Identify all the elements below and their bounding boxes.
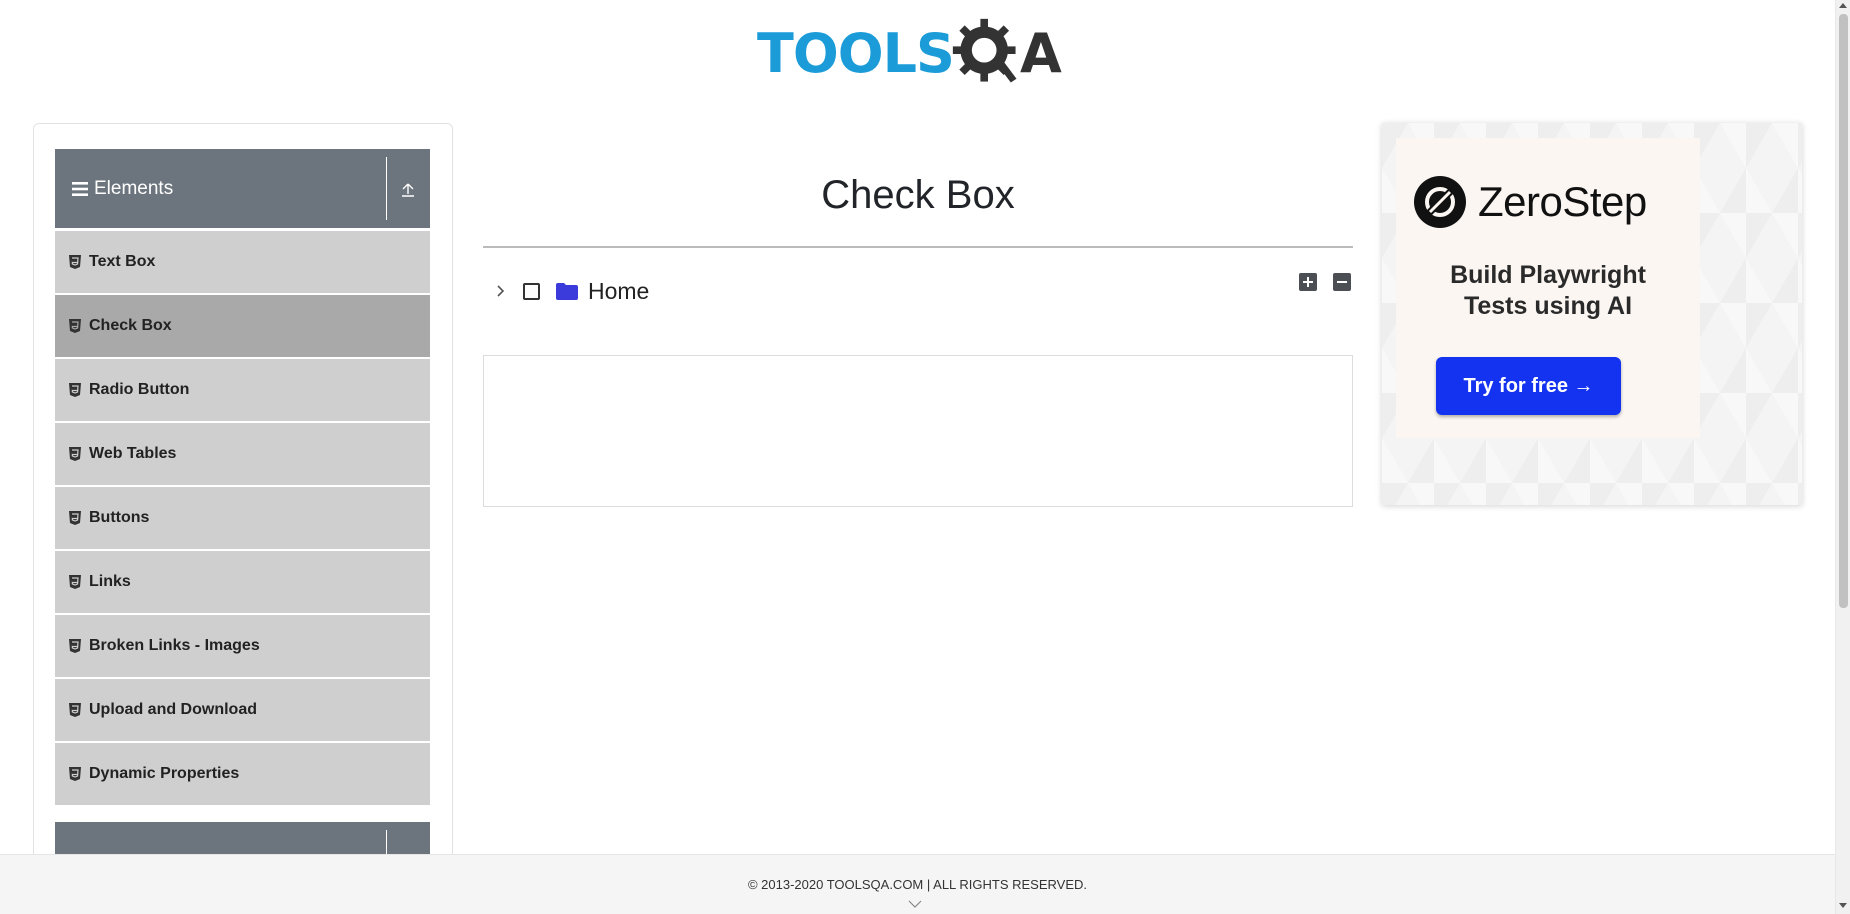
chevron-right-icon[interactable] (493, 284, 507, 298)
home-checkbox[interactable] (523, 282, 540, 300)
hamburger-icon (72, 181, 88, 196)
collapse-all-button[interactable] (1333, 273, 1351, 291)
ad-card: ZeroStep Build Playwright Tests using AI… (1396, 138, 1700, 438)
menu-item-label: Text Box (89, 253, 156, 270)
html5-icon (69, 575, 81, 589)
menu-item-label: Upload and Download (89, 701, 257, 718)
ad-tagline: Build Playwright Tests using AI (1396, 260, 1700, 322)
footer-copyright: © 2013-2020 TOOLSQA.COM | ALL RIGHTS RES… (747, 877, 1088, 892)
header: TOOLS A (0, 0, 1835, 100)
scroll-thumb[interactable] (1839, 14, 1848, 608)
vertical-scrollbar[interactable] (1835, 0, 1850, 914)
menu-item-broken-links-images[interactable]: Broken Links - Images (55, 615, 430, 677)
page: TOOLS A Elements Text Box Check Box Radi… (0, 0, 1850, 914)
menu-item-label: Check Box (89, 317, 172, 334)
ad-logo: ZeroStep (1414, 176, 1647, 228)
ad-brand: ZeroStep (1478, 178, 1647, 225)
menu-list: Text Box Check Box Radio Button Web Tabl… (55, 231, 430, 807)
html5-icon (69, 767, 81, 781)
html5-icon (69, 703, 81, 717)
html5-icon (69, 255, 81, 269)
group-header-label: Elements (55, 149, 386, 228)
group-header-divider (386, 157, 387, 220)
sidebar: Elements Text Box Check Box Radio Button (33, 123, 453, 883)
chevron-down-icon[interactable] (908, 899, 922, 909)
html5-icon (69, 511, 81, 525)
menu-item-check-box[interactable]: Check Box (55, 295, 430, 357)
menu-item-upload-and-download[interactable]: Upload and Download (55, 679, 430, 741)
menu-item-label: Radio Button (89, 381, 190, 398)
folder-icon (556, 283, 578, 300)
menu-item-text-box[interactable]: Text Box (55, 231, 430, 293)
group-header-elements[interactable]: Elements (55, 149, 430, 228)
menu-item-buttons[interactable]: Buttons (55, 487, 430, 549)
menu-item-dynamic-properties[interactable]: Dynamic Properties (55, 743, 430, 805)
zerostep-logo-icon (1414, 176, 1466, 228)
toolsqa-logo[interactable]: TOOLS A (757, 14, 1082, 94)
tree-controls (1299, 273, 1351, 291)
ad-banner[interactable]: ZeroStep Build Playwright Tests using AI… (1382, 123, 1802, 505)
menu-item-label: Links (89, 573, 131, 590)
html5-icon (69, 383, 81, 397)
ad-tagline-line2: Tests using AI (1463, 292, 1633, 320)
try-for-free-button[interactable]: Try for free → (1436, 357, 1621, 415)
html5-icon (69, 639, 81, 653)
scroll-up-arrow[interactable] (1839, 3, 1847, 8)
logo-text: TOOLS (757, 22, 955, 85)
menu-item-web-tables[interactable]: Web Tables (55, 423, 430, 485)
page-title: Check Box (821, 173, 1015, 217)
menu-item-label: Web Tables (89, 445, 177, 462)
collapse-toggle[interactable] (386, 149, 430, 228)
tree-node-home: Home (483, 271, 1353, 311)
ad-tagline-line1: Build Playwright (1450, 261, 1646, 289)
gear-magnifier-icon (952, 18, 1017, 83)
collapse-up-icon (402, 183, 414, 197)
expand-all-button[interactable] (1299, 273, 1317, 291)
html5-icon (69, 319, 81, 333)
menu-item-label: Buttons (89, 509, 150, 526)
tree-label-home[interactable]: Home (588, 278, 649, 305)
result-panel (483, 355, 1353, 507)
menu-item-links[interactable]: Links (55, 551, 430, 613)
footer: © 2013-2020 TOOLSQA.COM | ALL RIGHTS RES… (0, 854, 1835, 914)
menu-item-radio-button[interactable]: Radio Button (55, 359, 430, 421)
html5-icon (69, 447, 81, 461)
logo-suffix: A (1019, 22, 1062, 85)
scroll-down-arrow[interactable] (1839, 903, 1847, 908)
menu-item-label: Dynamic Properties (89, 765, 240, 782)
group-title: Elements (94, 177, 174, 199)
menu-item-label: Broken Links - Images (89, 637, 260, 654)
title-divider (483, 246, 1353, 248)
